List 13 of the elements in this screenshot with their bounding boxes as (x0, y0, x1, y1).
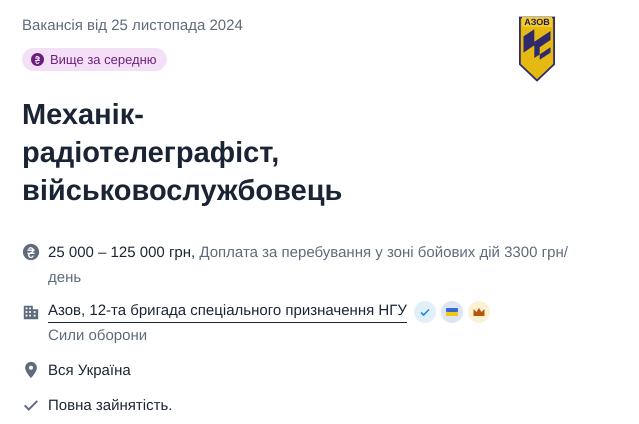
salary-text: 25 000 – 125 000 грн, Доплата за перебування у зоні бойових дій 3300 грн/день (48, 244, 568, 286)
job-title: Механік-радіотелеграфіст, військовослужбовець (22, 98, 342, 209)
location-text: Вся Україна (48, 362, 131, 379)
company-category: Сили оборони (48, 326, 148, 346)
hryvnia-icon (31, 53, 44, 66)
employment-type: Повна зайнятість. (48, 397, 172, 414)
unit-logo: АЗОВ (519, 14, 555, 84)
salary-level-badge: Вище за середню (22, 48, 167, 71)
building-icon (22, 303, 40, 321)
hryvnia-icon (22, 243, 40, 261)
posting-date: Вакансія від 25 листопада 2024 (22, 16, 243, 36)
location-pin-icon (22, 361, 40, 379)
company-link[interactable]: Азов, 12-та бригада спеціального призначення НГУ (48, 300, 407, 323)
